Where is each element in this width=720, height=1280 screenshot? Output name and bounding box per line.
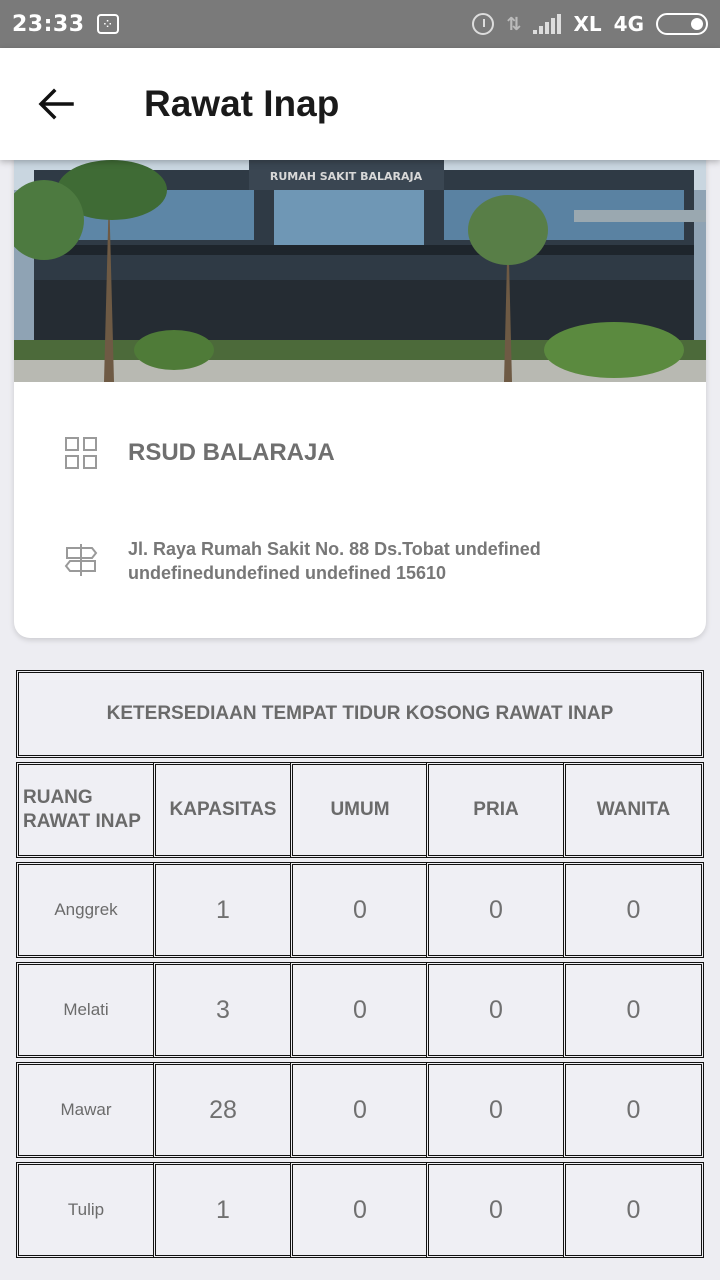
table-row-umum: 0 xyxy=(290,962,430,1058)
table-row-wanita: 0 xyxy=(563,962,704,1058)
column-header-umum: UMUM xyxy=(290,762,430,858)
table-row-room: Melati xyxy=(16,962,156,1058)
table-row-room: Mawar xyxy=(16,1062,156,1158)
table-row-wanita: 0 xyxy=(563,1062,704,1158)
table-row-kapasitas: 28 xyxy=(153,1062,293,1158)
arrow-left-icon xyxy=(38,88,74,120)
hospital-photo: RUMAH SAKIT BALARAJA xyxy=(14,150,706,382)
data-transfer-icon: ⇅ xyxy=(506,13,522,35)
column-header-room: RUANG RAWAT INAP xyxy=(16,762,156,858)
table-row-pria: 0 xyxy=(426,862,566,958)
page-title: Rawat Inap xyxy=(144,83,340,124)
app-bar: Rawat Inap xyxy=(0,48,720,160)
table-row-kapasitas: 1 xyxy=(153,862,293,958)
bbm-notification-icon: ⁘ xyxy=(96,14,119,34)
carrier-label: XL xyxy=(573,12,602,36)
signal-icon xyxy=(533,14,562,34)
address-line-2: undefinedundefined undefined 15610 xyxy=(128,563,447,583)
table-row-wanita: 0 xyxy=(563,862,704,958)
table-row-pria: 0 xyxy=(426,1162,566,1258)
status-bar: 23:33 ⁘ ⇅ XL 4G xyxy=(0,0,720,48)
column-header-kapasitas: KAPASITAS xyxy=(153,762,293,858)
table-row-umum: 0 xyxy=(290,1162,430,1258)
back-button[interactable] xyxy=(0,48,112,160)
column-header-wanita: WANITA xyxy=(563,762,704,858)
alarm-icon xyxy=(472,13,495,35)
table-row-room: Anggrek xyxy=(16,862,156,958)
building-grid-icon xyxy=(65,437,97,469)
signpost-icon xyxy=(64,544,98,576)
table-row-kapasitas: 1 xyxy=(153,1162,293,1258)
hospital-name: RSUD BALARAJA xyxy=(128,439,335,466)
network-label: 4G xyxy=(613,12,644,36)
address-line-1: Jl. Raya Rumah Sakit No. 88 Ds.Tobat und… xyxy=(128,539,541,559)
status-icons: ⇅ XL 4G xyxy=(472,12,708,36)
battery-icon xyxy=(656,13,708,35)
table-row-room: Tulip xyxy=(16,1162,156,1258)
table-row-kapasitas: 3 xyxy=(153,962,293,1058)
hospital-card: RUMAH SAKIT BALARAJA RSUD BALARAJA Jl. R… xyxy=(14,150,706,638)
table-row-pria: 0 xyxy=(426,962,566,1058)
table-row-umum: 0 xyxy=(290,1062,430,1158)
table-row-pria: 0 xyxy=(426,1062,566,1158)
availability-table: KETERSEDIAAN TEMPAT TIDUR KOSONG RAWAT I… xyxy=(14,660,706,1260)
hospital-address: Jl. Raya Rumah Sakit No. 88 Ds.Tobat und… xyxy=(128,537,648,585)
table-row-umum: 0 xyxy=(290,862,430,958)
table-title: KETERSEDIAAN TEMPAT TIDUR KOSONG RAWAT I… xyxy=(16,670,704,758)
status-time: 23:33 xyxy=(12,11,85,37)
table-row-wanita: 0 xyxy=(563,1162,704,1258)
svg-text:RUMAH SAKIT BALARAJA: RUMAH SAKIT BALARAJA xyxy=(270,170,423,183)
column-header-pria: PRIA xyxy=(426,762,566,858)
